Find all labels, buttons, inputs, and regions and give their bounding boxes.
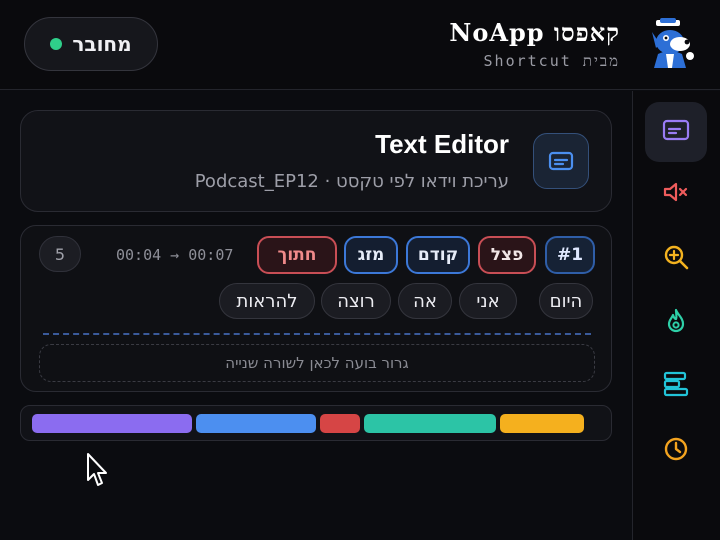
zoom-tool-button[interactable] — [645, 229, 707, 289]
word-count-badge: 5 — [39, 236, 81, 272]
segment-timeline — [20, 405, 612, 441]
flame-icon — [664, 307, 688, 339]
segment-card: #1 פצל קודם מזג חתוך 00:04 → 00:07 5 היו… — [20, 225, 612, 392]
mouse-cursor-icon — [86, 452, 110, 492]
tool-rail — [632, 91, 720, 540]
connection-status-button[interactable]: מחובר — [24, 17, 158, 71]
zoom-in-icon — [662, 243, 690, 275]
subtitles-tool-button[interactable] — [645, 102, 707, 162]
brand: NoApp קאפסו מבית Shortcut — [449, 16, 620, 71]
word-bubble[interactable]: אה — [398, 283, 452, 319]
page-title: Text Editor — [375, 129, 509, 159]
timeline-segment[interactable] — [364, 414, 496, 433]
mute-icon — [662, 180, 690, 208]
second-line-dropzone[interactable]: גרור בועה לכאן לשורה שנייה — [39, 344, 595, 382]
line-divider — [43, 333, 591, 335]
mute-tool-button[interactable] — [645, 164, 707, 224]
word-bubble[interactable]: אני — [459, 283, 517, 319]
page-subtitle: עריכת וידאו לפי טקסט · Podcast_EP12 — [194, 171, 509, 192]
connection-status-label: מחובר — [72, 32, 132, 56]
brand-logo: NoApp קאפסו — [449, 18, 620, 47]
timeline-segment[interactable] — [320, 414, 360, 433]
timeline-segment[interactable] — [196, 414, 316, 433]
layout-icon — [662, 370, 690, 402]
text-editor-icon — [533, 133, 589, 189]
segment-timecode: 00:04 → 00:07 — [116, 246, 234, 264]
subtitles-icon — [662, 118, 690, 146]
layout-tool-button[interactable] — [645, 356, 707, 416]
top-bar: מחובר NoApp קאפסו מבית Shortcut — [0, 0, 720, 90]
merge-button[interactable]: מזג — [344, 236, 398, 274]
word-bubble[interactable]: היום — [539, 283, 593, 319]
editor-title-card: Text Editor עריכת וידאו לפי טקסט · Podca… — [20, 110, 612, 212]
history-tool-button[interactable] — [645, 421, 707, 481]
brand-subtitle: מבית Shortcut — [483, 52, 620, 70]
effects-tool-button[interactable] — [645, 293, 707, 353]
split-button[interactable]: פצל — [478, 236, 536, 274]
mascot-avatar — [646, 18, 698, 68]
word-bubble[interactable]: רוצה — [321, 283, 391, 319]
segment-number-badge: #1 — [545, 236, 595, 274]
timeline-segment[interactable] — [500, 414, 584, 433]
previous-button[interactable]: קודם — [406, 236, 470, 274]
status-dot-icon — [50, 38, 63, 50]
word-bubble[interactable]: להראות — [219, 283, 315, 319]
timeline-segment[interactable] — [32, 414, 192, 433]
trim-button[interactable]: חתוך — [257, 236, 337, 274]
clock-icon — [662, 435, 690, 467]
